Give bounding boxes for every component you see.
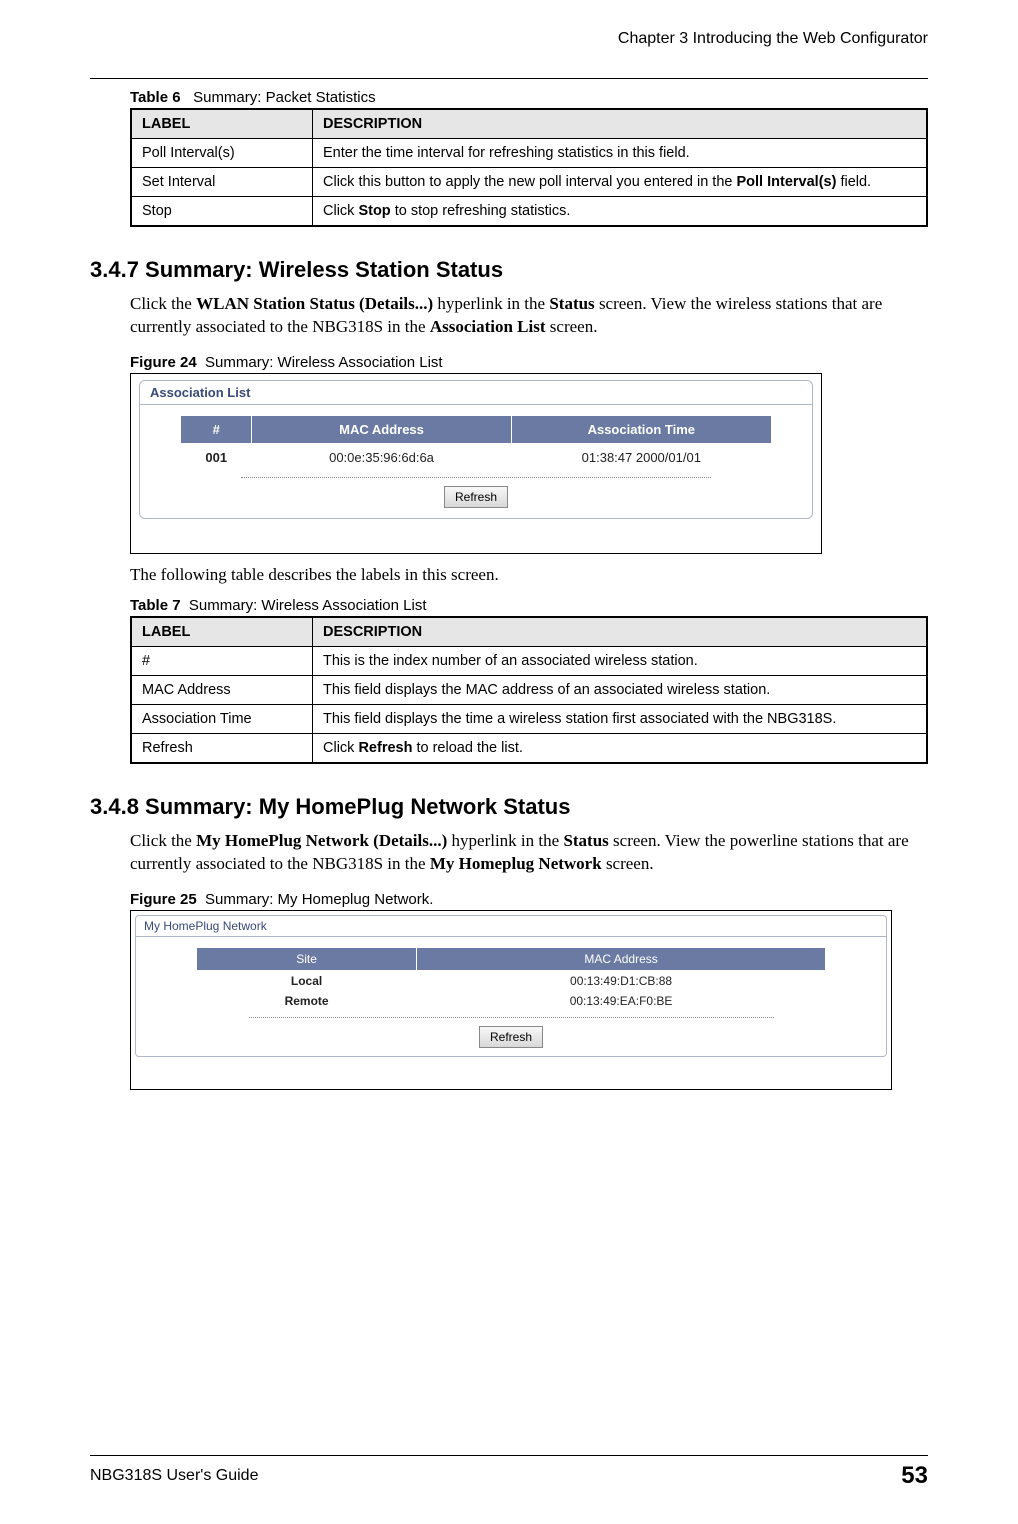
figure25-table: Site MAC Address Local 00:13:49:D1:CB:88… <box>196 947 826 1011</box>
refresh-button[interactable]: Refresh <box>479 1026 543 1048</box>
table-row: MAC Address This field displays the MAC … <box>131 675 927 704</box>
fig24-row-mac: 00:0e:35:96:6d:6a <box>252 443 512 471</box>
table-row: Remote 00:13:49:EA:F0:BE <box>197 991 826 1011</box>
header-rule <box>90 78 928 79</box>
table6-caption-text: Summary: Packet Statistics <box>193 89 376 106</box>
t6-r1-desc: Click this button to apply the new poll … <box>313 168 928 197</box>
fig25-col-mac: MAC Address <box>417 947 826 970</box>
fig24-row-idx: 001 <box>181 443 252 471</box>
figure24-caption: Figure 24 Summary: Wireless Association … <box>90 354 928 371</box>
table-row: 001 00:0e:35:96:6d:6a 01:38:47 2000/01/0… <box>181 443 771 471</box>
fig24-col-mac: MAC Address <box>252 415 512 443</box>
page-footer: NBG318S User's Guide 53 <box>90 1455 928 1490</box>
table7-header-desc: DESCRIPTION <box>313 617 928 647</box>
t6-r2-desc: Click Stop to stop refreshing statistics… <box>313 197 928 227</box>
figure25-panel-title: My HomePlug Network <box>136 916 886 937</box>
table-row: Refresh Click Refresh to reload the list… <box>131 733 927 763</box>
figure25-panel: My HomePlug Network Site MAC Address Loc… <box>135 915 887 1057</box>
dotted-separator <box>249 1017 774 1018</box>
figure24-panel-title: Association List <box>140 381 812 405</box>
table-row: Association Time This field displays the… <box>131 704 927 733</box>
t6-r0-label: Poll Interval(s) <box>131 139 313 168</box>
footer-guide: NBG318S User's Guide <box>90 1467 258 1485</box>
dotted-separator <box>241 477 711 478</box>
table7-intro: The following table describes the labels… <box>90 564 928 587</box>
t6-r2-label: Stop <box>131 197 313 227</box>
chapter-header: Chapter 3 Introducing the Web Configurat… <box>90 30 928 48</box>
table-row: Poll Interval(s) Enter the time interval… <box>131 139 927 168</box>
section-348-para: Click the My HomePlug Network (Details..… <box>90 830 928 876</box>
table7-caption: Table 7 Summary: Wireless Association Li… <box>130 597 928 614</box>
table6-caption: Table 6 Summary: Packet Statistics <box>130 89 928 106</box>
table6: LABEL DESCRIPTION Poll Interval(s) Enter… <box>130 108 928 227</box>
table-row: Set Interval Click this button to apply … <box>131 168 927 197</box>
figure25-box: My HomePlug Network Site MAC Address Loc… <box>130 910 892 1090</box>
table-row: Local 00:13:49:D1:CB:88 <box>197 970 826 991</box>
table-row: Stop Click Stop to stop refreshing stati… <box>131 197 927 227</box>
table6-caption-num: Table 6 <box>130 89 181 106</box>
fig24-row-assoc: 01:38:47 2000/01/01 <box>511 443 771 471</box>
table6-header-label: LABEL <box>131 109 313 139</box>
figure24-box: Association List # MAC Address Associati… <box>130 373 822 554</box>
table-row: # This is the index number of an associa… <box>131 646 927 675</box>
section-348-title: 3.4.8 Summary: My HomePlug Network Statu… <box>90 794 928 820</box>
table7-header-label: LABEL <box>131 617 313 647</box>
table6-header-desc: DESCRIPTION <box>313 109 928 139</box>
figure25-caption: Figure 25 Summary: My Homeplug Network. <box>90 891 928 908</box>
fig24-col-idx: # <box>181 415 252 443</box>
figure24-table: # MAC Address Association Time 001 00:0e… <box>180 415 771 471</box>
t6-r1-label: Set Interval <box>131 168 313 197</box>
table7: LABEL DESCRIPTION # This is the index nu… <box>130 616 928 764</box>
fig24-col-assoc: Association Time <box>511 415 771 443</box>
page-number: 53 <box>901 1462 928 1490</box>
t6-r0-desc: Enter the time interval for refreshing s… <box>313 139 928 168</box>
section-347-title: 3.4.7 Summary: Wireless Station Status <box>90 257 928 283</box>
section-347-para: Click the WLAN Station Status (Details..… <box>90 293 928 339</box>
refresh-button[interactable]: Refresh <box>444 486 508 508</box>
fig25-col-site: Site <box>197 947 417 970</box>
figure24-panel: Association List # MAC Address Associati… <box>139 380 813 519</box>
